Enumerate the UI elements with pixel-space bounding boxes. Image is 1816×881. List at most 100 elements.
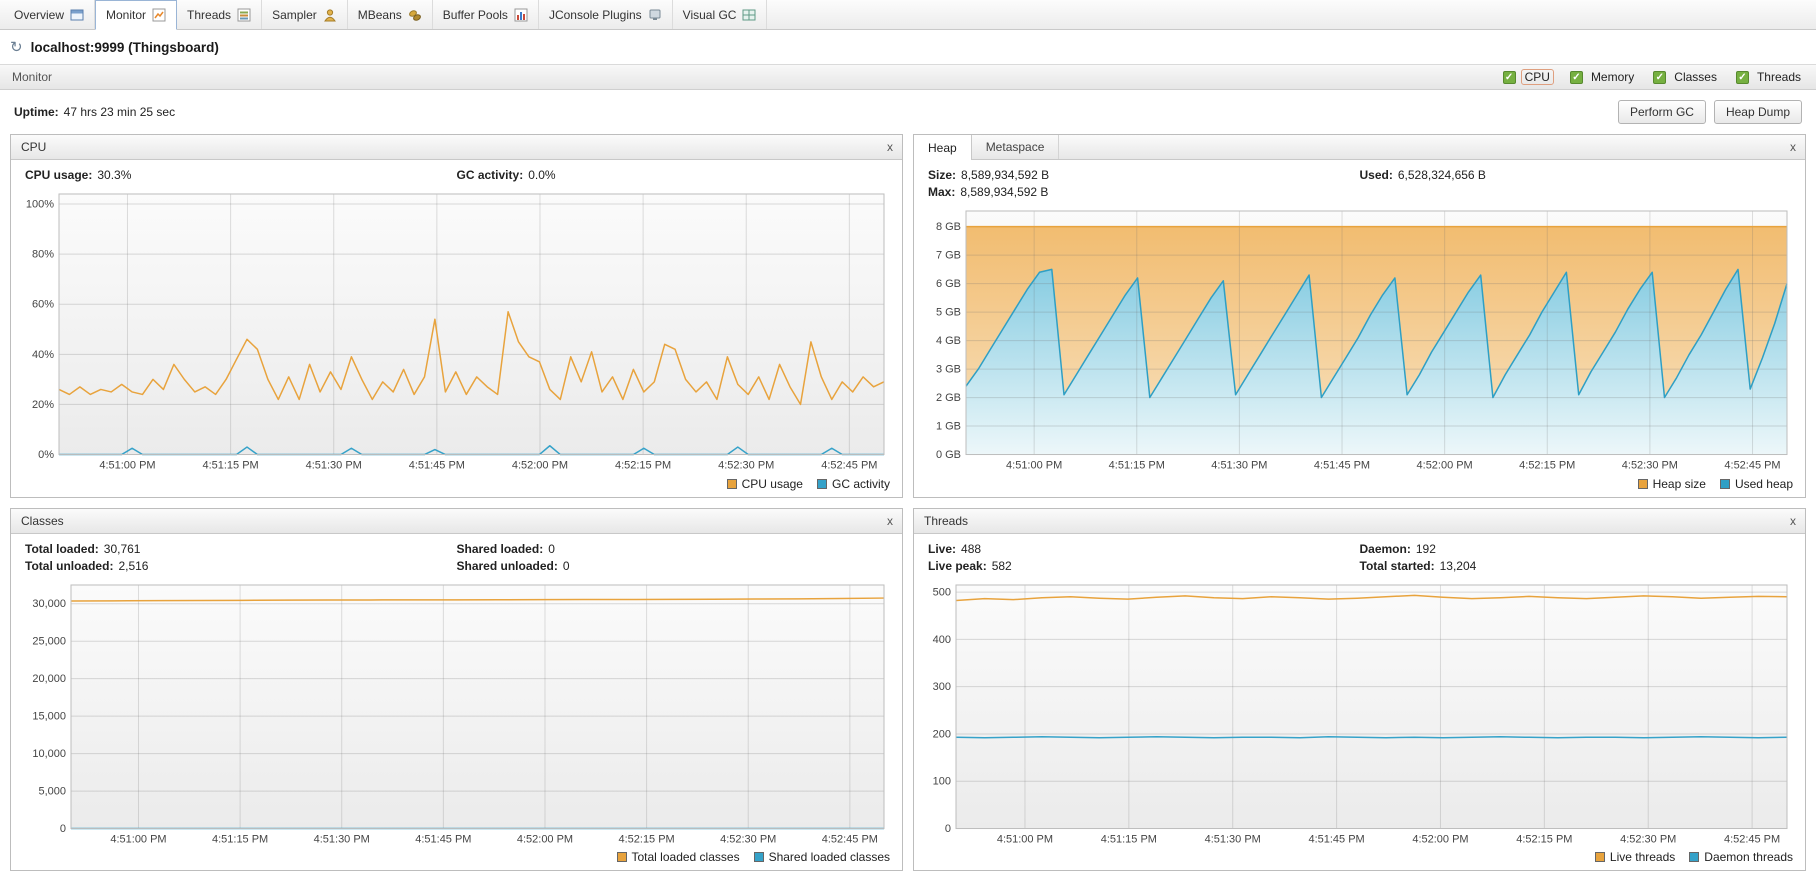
tab-overview[interactable]: Overview <box>4 0 96 29</box>
svg-text:40%: 40% <box>32 349 54 361</box>
cpu-panel-title: CPU <box>21 140 47 154</box>
heap-panel: Heap Metaspace x Size: 8,589,934,592 B Us… <box>913 134 1806 498</box>
cpu-panel-header: CPU x <box>11 135 902 160</box>
gc-activity-swatch-icon <box>816 478 827 489</box>
svg-text:5,000: 5,000 <box>39 785 66 797</box>
daemon-threads-swatch-icon <box>1689 852 1700 862</box>
svg-text:200: 200 <box>933 728 951 740</box>
svg-text:4:51:00 PM: 4:51:00 PM <box>99 460 155 472</box>
legend-cpu-usage: CPU usage <box>726 477 803 491</box>
visual-gc-grid-icon <box>742 8 756 22</box>
svg-text:4:52:30 PM: 4:52:30 PM <box>1622 460 1678 472</box>
svg-text:4:51:45 PM: 4:51:45 PM <box>409 460 465 472</box>
tab-sampler[interactable]: Sampler <box>262 0 348 29</box>
svg-text:30,000: 30,000 <box>32 598 66 610</box>
classes-stats: Total loaded: 30,761 Shared loaded: 0 Tota… <box>11 534 902 575</box>
cpu-usage-swatch-icon <box>726 478 737 489</box>
svg-text:0: 0 <box>60 823 66 835</box>
stat-gc-activity: GC activity: 0.0% <box>456 168 556 182</box>
tab-threads[interactable]: Threads <box>177 0 263 29</box>
tab-monitor[interactable]: Monitor <box>95 0 178 30</box>
checkbox-classes[interactable]: ✓ Classes <box>1653 70 1720 84</box>
legend-shared-loaded: Shared loaded classes <box>753 850 890 864</box>
perform-gc-button[interactable]: Perform GC <box>1617 100 1706 124</box>
svg-text:4:52:45 PM: 4:52:45 PM <box>1724 833 1780 845</box>
cpu-panel-close-icon[interactable]: x <box>878 135 902 159</box>
live-threads-swatch-icon <box>1594 852 1605 862</box>
svg-text:4:51:00 PM: 4:51:00 PM <box>1006 460 1062 472</box>
svg-text:2 GB: 2 GB <box>936 392 961 404</box>
svg-text:4:51:30 PM: 4:51:30 PM <box>1211 460 1267 472</box>
cpu-legend: CPU usage GC activity <box>11 475 902 497</box>
svg-text:0 GB: 0 GB <box>936 449 961 461</box>
svg-text:4:52:45 PM: 4:52:45 PM <box>821 460 877 472</box>
cpu-stats: CPU usage: 30.3% GC activity: 0.0% <box>11 160 902 184</box>
metaspace-tab[interactable]: Metaspace <box>972 135 1060 159</box>
stat-total-unloaded: Total unloaded: 2,516 <box>25 558 149 573</box>
status-row: Uptime: 47 hrs 23 min 25 sec Perform GC … <box>0 90 1816 134</box>
threads-checkbox-check-icon: ✓ <box>1735 70 1749 84</box>
svg-text:0%: 0% <box>38 449 54 461</box>
classes-panel-title: Classes <box>21 513 64 528</box>
svg-text:100%: 100% <box>26 199 54 211</box>
used-heap-swatch-icon <box>1719 478 1730 489</box>
svg-text:4:51:45 PM: 4:51:45 PM <box>1309 833 1365 845</box>
memory-checkbox-check-icon: ✓ <box>1569 70 1583 84</box>
stat-cpu-usage: CPU usage: 30.3% <box>25 168 132 182</box>
heap-chart-area: 0 GB 1 GB 2 GB 3 GB 4 GB 5 GB 6 GB 7 GB 8 GB 4:51… <box>914 201 1805 475</box>
refresh-icon: ↻ <box>10 39 23 56</box>
checkbox-memory[interactable]: ✓ Memory <box>1569 70 1637 84</box>
legend-total-loaded: Total loaded classes <box>616 850 740 864</box>
stat-total-loaded: Total loaded: 30,761 <box>25 541 141 556</box>
stat-total-started: Total started: 13,204 <box>1359 558 1477 573</box>
svg-text:60%: 60% <box>32 299 54 311</box>
stat-live-peak: Live peak: 582 <box>928 558 1012 573</box>
sampler-person-icon <box>323 8 337 22</box>
heap-panel-close-icon[interactable]: x <box>1781 135 1805 159</box>
heap-tab[interactable]: Heap <box>914 135 972 160</box>
classes-legend: Total loaded classes Shared loaded class… <box>11 848 902 870</box>
svg-text:4:52:00 PM: 4:52:00 PM <box>517 833 573 845</box>
classes-panel-close-icon[interactable]: x <box>878 509 902 533</box>
heap-stats: Size: 8,589,934,592 B Used: 6,528,324,656 … <box>914 160 1805 201</box>
legend-gc-activity: GC activity <box>816 477 890 491</box>
heap-dump-button[interactable]: Heap Dump <box>1713 100 1802 124</box>
svg-text:6 GB: 6 GB <box>936 278 961 290</box>
svg-text:4:51:15 PM: 4:51:15 PM <box>1101 833 1157 845</box>
threads-stats: Live: 488 Daemon: 192 Live peak: 582 Total … <box>914 534 1805 575</box>
svg-text:4:52:30 PM: 4:52:30 PM <box>720 833 776 845</box>
tab-jconsole-plugins[interactable]: JConsole Plugins <box>539 0 673 29</box>
svg-text:4:52:45 PM: 4:52:45 PM <box>822 833 878 845</box>
classes-panel: Classes x Total loaded: 30,761 Shared loa… <box>10 507 903 871</box>
svg-text:4:52:15 PM: 4:52:15 PM <box>619 833 675 845</box>
svg-text:400: 400 <box>933 633 951 645</box>
svg-text:300: 300 <box>933 681 951 693</box>
heap-size-swatch-icon <box>1637 478 1648 489</box>
svg-text:4:52:00 PM: 4:52:00 PM <box>1412 833 1468 845</box>
main-tabbar: Overview Monitor Threads Sampler MBeans … <box>0 0 1816 30</box>
legend-daemon-threads: Daemon threads <box>1689 850 1793 864</box>
svg-text:100: 100 <box>933 775 951 787</box>
tab-mbeans[interactable]: MBeans <box>348 0 433 29</box>
stat-heap-used: Used: 6,528,324,656 B <box>1359 168 1486 182</box>
svg-text:4:52:15 PM: 4:52:15 PM <box>1519 460 1575 472</box>
svg-text:4:52:30 PM: 4:52:30 PM <box>1620 833 1676 845</box>
tab-buffer-pools[interactable]: Buffer Pools <box>433 0 539 29</box>
stat-heap-empty <box>1360 185 1792 199</box>
threads-panel-close-icon[interactable]: x <box>1781 509 1805 533</box>
checkbox-cpu[interactable]: ✓ CPU <box>1502 69 1554 85</box>
svg-text:4:52:00 PM: 4:52:00 PM <box>1417 460 1473 472</box>
svg-text:4:51:30 PM: 4:51:30 PM <box>306 460 362 472</box>
legend-used-heap: Used heap <box>1719 477 1793 491</box>
monitor-chart-icon <box>152 8 166 22</box>
monitor-toolbar: Monitor ✓ CPU ✓ Memory ✓ Classes ✓ Threa… <box>0 64 1816 90</box>
svg-text:500: 500 <box>933 586 951 598</box>
svg-text:4:52:15 PM: 4:52:15 PM <box>1516 833 1572 845</box>
threads-list-icon <box>237 8 251 22</box>
threads-legend: Live threads Daemon threads <box>914 848 1805 870</box>
checkbox-threads[interactable]: ✓ Threads <box>1735 70 1804 84</box>
tab-visual-gc[interactable]: Visual GC <box>673 0 768 29</box>
svg-text:1 GB: 1 GB <box>936 421 961 433</box>
svg-text:4:51:15 PM: 4:51:15 PM <box>1109 460 1165 472</box>
cpu-panel: CPU x CPU usage: 30.3% GC activity: 0.0% 0… <box>10 134 903 498</box>
